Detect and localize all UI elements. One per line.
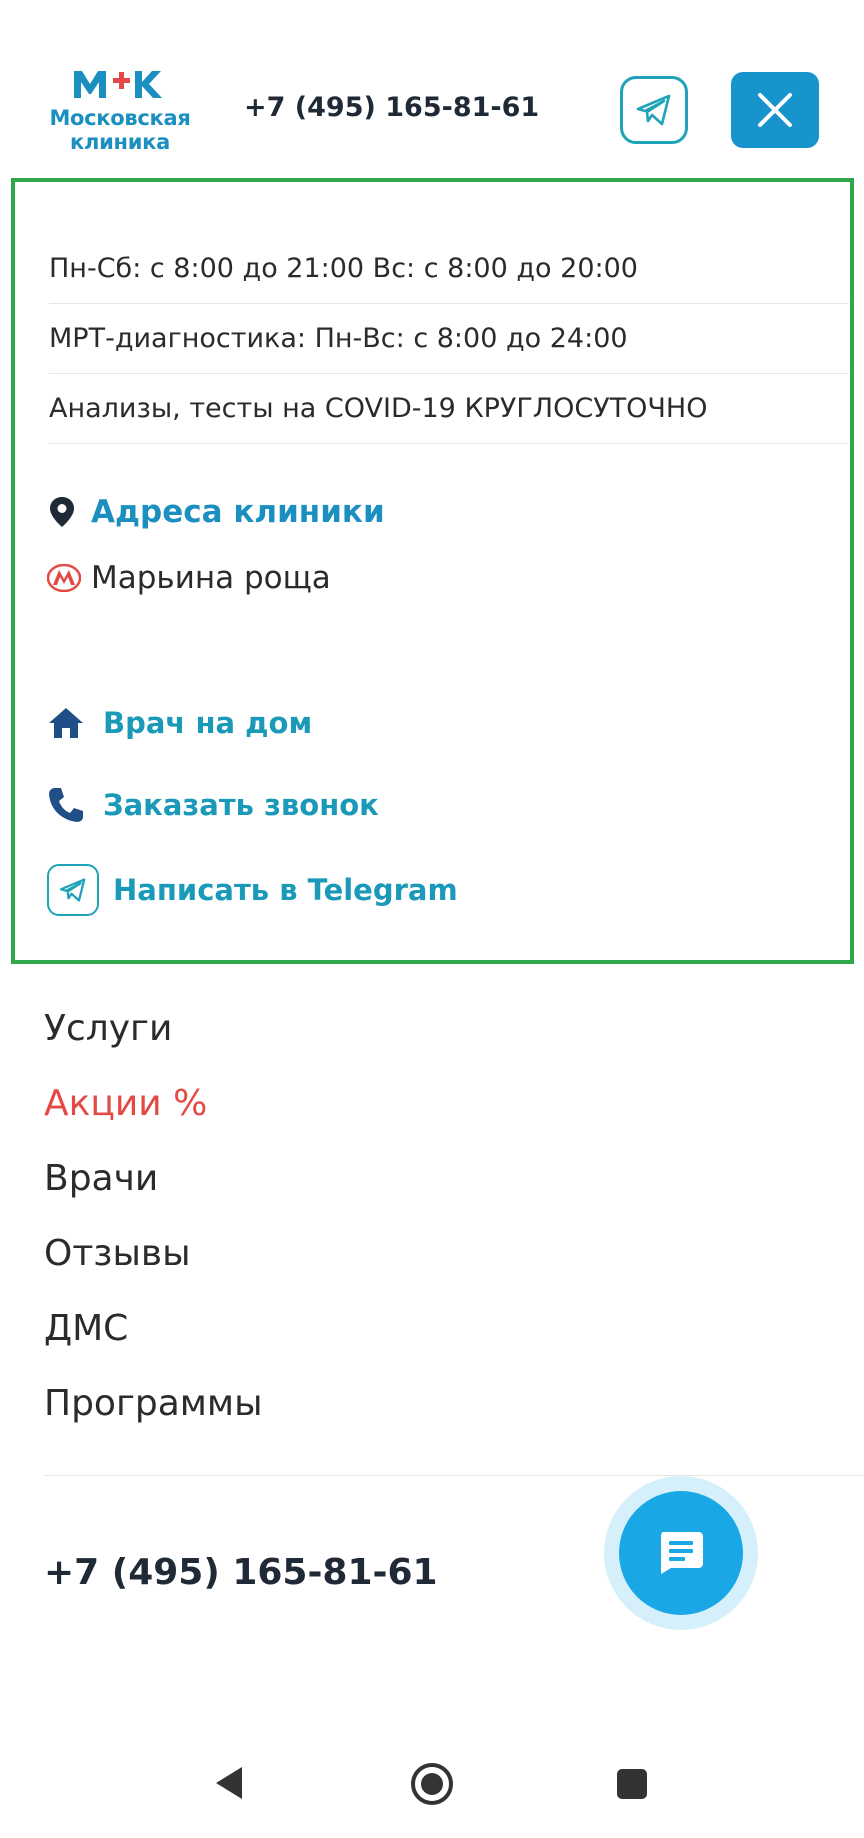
telegram-write-label: Написать в Telegram	[113, 873, 458, 907]
logo-line1: Московская	[49, 106, 191, 130]
clinic-logo[interactable]: МК Московская клиника	[42, 66, 198, 154]
telegram-badge	[47, 864, 99, 916]
house-icon	[49, 708, 83, 738]
nav-back-button[interactable]	[214, 1765, 244, 1806]
back-triangle-icon	[216, 1767, 242, 1799]
menu-item-dms[interactable]: ДМС	[44, 1308, 128, 1349]
covid-tests-row: Анализы, тесты на COVID-19 КРУГЛОСУТОЧНО	[49, 374, 849, 444]
order-call-label: Заказать звонок	[103, 788, 379, 822]
addresses-label: Адреса клиники	[91, 494, 385, 530]
mri-hours-row: МРТ-диагностика: Пн-Вс: с 8:00 до 24:00	[49, 304, 849, 374]
close-menu-button[interactable]	[731, 72, 819, 148]
menu-item-services[interactable]: Услуги	[44, 1008, 172, 1049]
order-call-link[interactable]: Заказать звонок	[47, 786, 379, 824]
metro-station-label: Марьина роща	[91, 560, 331, 596]
working-hours-row: Пн-Сб: с 8:00 до 21:00 Вс: с 8:00 до 20:…	[49, 234, 849, 304]
logo-line2: клиника	[70, 130, 170, 154]
home-circle-icon	[411, 1763, 453, 1805]
telegram-icon	[636, 94, 671, 126]
metro-icon	[47, 564, 81, 592]
menu-item-programs[interactable]: Программы	[44, 1383, 263, 1424]
doctor-home-link[interactable]: Врач на дом	[47, 706, 312, 740]
location-pin-icon	[50, 497, 74, 527]
telegram-write-link[interactable]: Написать в Telegram	[47, 864, 458, 916]
menu-item-promotions[interactable]: Акции %	[44, 1083, 207, 1124]
chat-button[interactable]	[619, 1491, 743, 1615]
menu-divider	[44, 1475, 864, 1476]
close-icon	[758, 93, 792, 127]
header-phone-link[interactable]: +7 (495) 165-81-61	[244, 92, 539, 123]
menu-item-doctors[interactable]: Врачи	[44, 1158, 158, 1199]
telegram-header-button[interactable]	[620, 76, 688, 144]
nav-recent-apps-button[interactable]	[616, 1768, 648, 1805]
logo-abbr: МК	[72, 68, 74, 69]
phone-icon	[49, 788, 83, 822]
metro-station: Марьина роща	[47, 560, 331, 596]
recent-square-icon	[617, 1769, 647, 1799]
telegram-icon	[59, 878, 86, 902]
nav-home-button[interactable]	[410, 1762, 454, 1811]
logo-mark-icon: МК	[72, 68, 162, 98]
footer-phone-link[interactable]: +7 (495) 165-81-61	[44, 1552, 438, 1593]
menu-item-reviews[interactable]: Отзывы	[44, 1233, 191, 1274]
doctor-home-label: Врач на дом	[103, 706, 313, 740]
clinic-addresses-link[interactable]: Адреса клиники	[49, 494, 385, 530]
chat-icon	[661, 1532, 703, 1574]
clinic-info-panel: Пн-Сб: с 8:00 до 21:00 Вс: с 8:00 до 20:…	[11, 178, 854, 964]
